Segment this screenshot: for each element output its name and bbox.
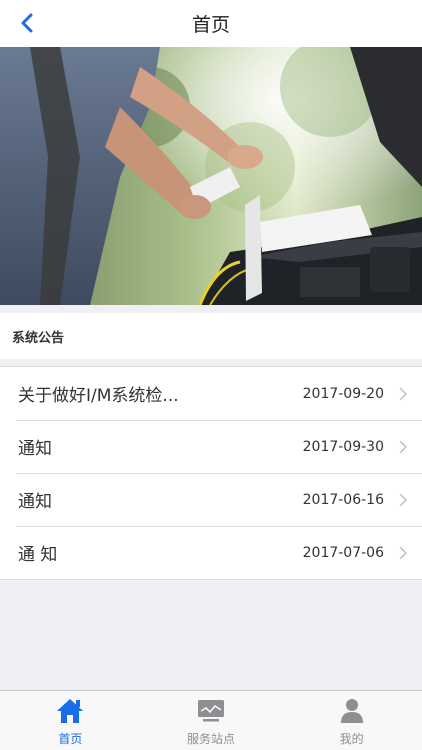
announcement-item-4[interactable]: 通 知 2017-07-06 (0, 526, 422, 579)
announcement-date: 2017-07-06 (302, 544, 384, 561)
nav-bar: 首页 (0, 0, 422, 47)
tab-profile-label: 我的 (339, 732, 364, 746)
announcement-date: 2017-09-20 (302, 385, 384, 402)
tab-home-label: 首页 (58, 732, 83, 746)
tab-profile[interactable]: 我的 (281, 691, 422, 750)
announcement-item-2[interactable]: 通知 2017-09-30 (0, 420, 422, 473)
page-title: 首页 (191, 14, 230, 36)
tab-service-stations-label: 服务站点 (187, 732, 236, 746)
banner-image (0, 47, 422, 305)
back-button[interactable] (10, 6, 44, 40)
announcements-title: 系统公告 (12, 330, 65, 346)
chevron-right-icon (399, 386, 408, 401)
tab-bar: 首页 服务站点 我的 (0, 690, 422, 750)
announcement-title: 关于做好I/M系统检... (18, 386, 179, 406)
tab-home[interactable]: 首页 (0, 691, 141, 750)
user-icon (340, 699, 363, 723)
announcement-item-1[interactable]: 关于做好I/M系统检... 2017-09-20 (0, 367, 422, 420)
announcements-header: 系统公告 (0, 313, 422, 359)
home-icon (57, 699, 84, 723)
announcement-item-3[interactable]: 通知 2017-06-16 (0, 473, 422, 526)
chevron-right-icon (399, 545, 408, 560)
announcement-date: 2017-06-16 (302, 491, 384, 508)
announcement-title: 通知 (18, 439, 52, 459)
announcement-title: 通知 (18, 492, 52, 512)
tab-service-stations[interactable]: 服务站点 (141, 691, 282, 750)
chevron-right-icon (399, 439, 408, 454)
announcement-list: 关于做好I/M系统检... 2017-09-20 通知 2017-09-30 通… (0, 366, 422, 580)
chevron-left-icon (21, 13, 33, 33)
chevron-right-icon (399, 492, 408, 507)
monitor-icon (198, 700, 224, 722)
announcement-date: 2017-09-30 (302, 438, 384, 455)
announcement-title: 通 知 (18, 545, 58, 565)
